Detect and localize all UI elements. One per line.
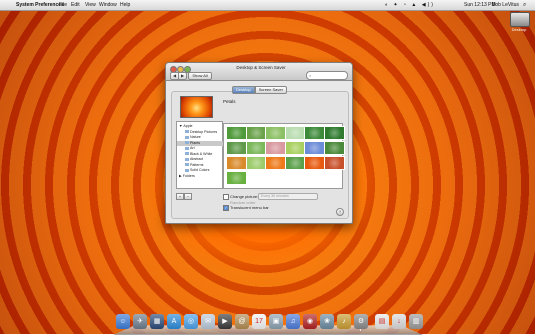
search-field[interactable]: ⌕ [306,71,348,80]
current-picture-name: Petals [223,99,236,104]
source-group[interactable]: ▶ Folders [177,174,224,179]
source-label: Patterns [190,162,204,167]
picture-thumbnail[interactable] [245,141,267,155]
preview-dock-icon[interactable]: ▣ [269,314,283,329]
user-menu[interactable]: Bob LeVitus [492,0,519,10]
translucent-menu-bar-checkbox[interactable]: ✓ [223,205,229,211]
picture-thumbnail[interactable] [323,141,345,155]
picture-grid[interactable] [223,123,345,189]
menu-bar: System Preferences File Edit View Window… [0,0,535,11]
change-picture-label: Change picture: [230,194,259,199]
folder-icon [185,152,189,156]
downloads-dock-icon[interactable]: ↓ [392,314,406,329]
interval-popup[interactable]: Every 30 minutes [258,193,318,200]
folder-icon [185,168,189,172]
hard-disk-label: Desktop [511,27,527,32]
picture-thumbnail[interactable] [304,126,325,140]
menu-window[interactable]: Window [99,0,117,10]
garageband-dock-icon[interactable]: ♪ [337,314,351,329]
mail-dock-icon[interactable]: ✉ [201,314,215,329]
source-label: Art [190,146,195,150]
system-preferences-dock-icon[interactable]: ⚙ [354,314,368,329]
menu-edit[interactable]: Edit [71,0,80,10]
source-label: ▶ Folders [179,173,195,178]
launchpad-dock-icon[interactable]: ✈ [133,314,147,329]
dock: ☺ ✈ ▦ A ◎ ✉ ▶ @17 ▣ ♫ ◉ ❀ ♪ ⚙ ▤ ↓ ▥ [113,309,423,335]
translucent-menu-bar-label: Translucent menu bar [230,205,269,210]
source-label: Black & White [190,151,213,156]
picture-thumbnail[interactable] [323,156,345,170]
picture-thumbnail[interactable] [226,126,247,140]
source-label: Solid Colors [190,168,210,172]
source-group[interactable]: ▼ Apple [177,124,224,129]
folder-icon [185,130,189,134]
safari-dock-icon[interactable]: ◎ [184,314,198,329]
iphoto-dock-icon[interactable]: ❀ [320,314,334,329]
picture-thumbnail[interactable] [226,171,247,185]
picture-thumbnail[interactable] [304,156,325,170]
documents-dock-icon[interactable]: ▤ [375,314,389,329]
picture-thumbnail[interactable] [304,141,325,155]
add-folder-button[interactable]: + [176,193,184,200]
contacts-dock-icon[interactable]: @ [235,314,249,329]
folder-icon [185,135,189,139]
source-label: Plants [190,140,200,145]
menu-file[interactable]: File [59,0,67,10]
picture-thumbnail[interactable] [323,126,345,140]
search-icon: ⌕ [309,73,312,78]
show-all-button[interactable]: Show All [188,72,212,80]
facetime-dock-icon[interactable]: ▶ [218,314,232,329]
help-button[interactable]: ? [336,208,344,216]
change-picture-checkbox[interactable] [223,194,229,200]
picture-thumbnail[interactable] [265,156,286,170]
picture-thumbnail[interactable] [226,141,247,155]
remove-folder-button[interactable]: − [184,193,192,200]
picture-thumbnail[interactable] [284,156,306,170]
calendar-dock-icon[interactable]: 17 [252,314,266,329]
picture-source-list[interactable]: ▼ Apple Desktop Pictures Nature Plants Art Bl… [176,121,230,189]
app-menu[interactable]: System Preferences [16,0,64,10]
tab-bar: Desktop Screen Saver [232,86,287,94]
source-label: Nature [190,135,201,139]
picture-thumbnail[interactable] [265,126,286,140]
folder-icon [185,157,189,161]
preferences-window: Desktop & Screen Saver ◀ ▶ Show All ⌕ De… [165,62,353,224]
finder-dock-icon[interactable]: ☺ [116,314,130,329]
picture-thumbnail[interactable] [245,156,267,170]
menu-help[interactable]: Help [120,0,130,10]
app-store-dock-icon[interactable]: A [167,314,181,329]
menu-clock[interactable]: Sun 12:13 PM [464,0,496,10]
photo-booth-dock-icon[interactable]: ◉ [303,314,317,329]
folder-icon [185,141,189,145]
mission-control-dock-icon[interactable]: ▦ [150,314,164,329]
folder-icon [185,163,189,167]
current-picture-preview [180,96,213,118]
source-label: Desktop Pictures [190,129,218,134]
hard-disk-icon[interactable] [510,12,530,27]
picture-thumbnail[interactable] [284,141,306,155]
picture-thumbnail[interactable] [284,126,306,140]
spotlight-icon[interactable]: ⌕ [523,0,526,10]
window-titlebar[interactable]: Desktop & Screen Saver ◀ ▶ Show All ⌕ [166,63,352,81]
forward-button[interactable]: ▶ [178,72,187,80]
picture-thumbnail[interactable] [245,126,267,140]
picture-thumbnail[interactable] [226,156,247,170]
status-menu-icons[interactable]: ◐ ✦ ◔ ▲ ◀)) [385,0,435,10]
menu-view[interactable]: View [85,0,96,10]
tab-screen-saver[interactable]: Screen Saver [254,86,287,94]
trash-dock-icon[interactable]: ▥ [409,314,423,329]
folder-icon [185,146,189,150]
window-title: Desktop & Screen Saver [236,65,286,70]
tab-desktop[interactable]: Desktop [232,86,255,94]
source-label: Abstract [190,157,204,161]
itunes-dock-icon[interactable]: ♫ [286,314,300,329]
source-label: ▼ Apple [179,124,193,128]
picture-thumbnail[interactable] [265,141,286,155]
